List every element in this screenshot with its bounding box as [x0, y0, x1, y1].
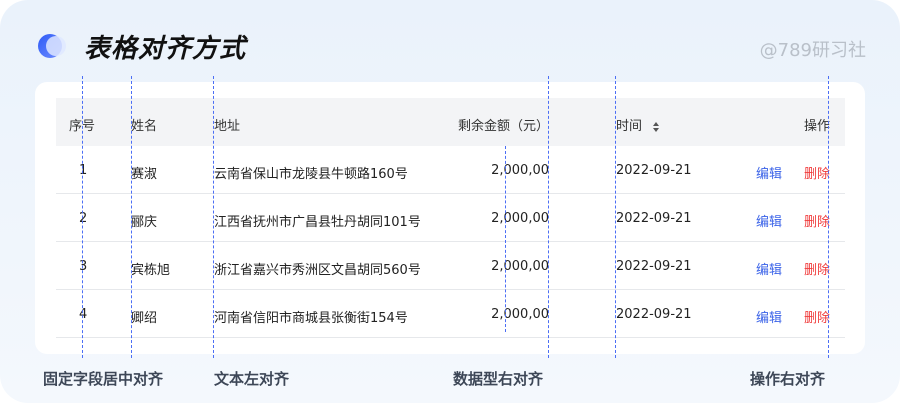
row-1-balance: 2,000,00: [491, 163, 549, 178]
row-3-time: 2022-09-21: [616, 259, 692, 274]
row-4-edit-link[interactable]: 编辑: [756, 307, 782, 326]
header-name: 姓名: [131, 119, 158, 134]
row-1-address: 云南省保山市龙陵县牛顿路160号: [214, 167, 408, 182]
row-4-balance: 2,000,00: [491, 307, 549, 322]
row-divider: [56, 337, 845, 338]
caption-fixed: 固定字段居中对齐: [43, 370, 164, 388]
logo-icon: [38, 34, 66, 58]
guide-index-center: [82, 76, 83, 358]
row-4-index: 4: [79, 307, 88, 322]
row-2-index: 2: [79, 211, 88, 226]
page-title: 表格对齐方式: [84, 34, 247, 64]
header-address: 地址: [214, 119, 241, 134]
header-time[interactable]: 时间: [616, 115, 660, 134]
row-divider: [56, 241, 845, 242]
row-2-name: 郦庆: [131, 215, 158, 230]
row-3-name: 宾栋旭: [131, 263, 171, 278]
header-actions: 操作: [803, 119, 830, 134]
row-3-delete-link[interactable]: 删除: [804, 259, 830, 278]
row-1-edit-link[interactable]: 编辑: [756, 163, 782, 182]
brand-watermark: @789研习社: [759, 40, 866, 61]
row-3-index: 3: [79, 259, 88, 274]
caption-text: 文本左对齐: [214, 370, 290, 388]
row-4-address: 河南省信阳市商城县张衡街154号: [214, 311, 408, 326]
row-3-address: 浙江省嘉兴市秀洲区文昌胡同560号: [214, 263, 421, 278]
guide-time-left: [615, 76, 616, 358]
row-2-delete-link[interactable]: 删除: [804, 211, 830, 230]
row-2-balance: 2,000,00: [491, 211, 549, 226]
row-4-time: 2022-09-21: [616, 307, 692, 322]
row-1-name: 赛淑: [131, 167, 158, 182]
row-1-delete-link[interactable]: 删除: [804, 163, 830, 182]
row-2-address: 江西省抚州市广昌县牡丹胡同101号: [214, 215, 421, 230]
row-3-edit-link[interactable]: 编辑: [756, 259, 782, 278]
row-1-time: 2022-09-21: [616, 163, 692, 178]
table-header: [56, 98, 845, 146]
row-3-balance: 2,000,00: [491, 259, 549, 274]
row-2-time: 2022-09-21: [616, 211, 692, 226]
row-divider: [56, 289, 845, 290]
guide-number-inner: [505, 146, 506, 332]
row-4-name: 卿绍: [131, 311, 158, 326]
guide-actions-right: [828, 76, 829, 358]
caption-numeric: 数据型右对齐: [453, 370, 544, 388]
header-time-label: 时间: [616, 119, 643, 134]
guide-balance-right: [548, 76, 549, 358]
row-1-index: 1: [79, 163, 88, 178]
header-balance: 剩余金额（元）: [457, 119, 549, 134]
caption-actions: 操作右对齐: [750, 370, 826, 388]
row-divider: [56, 193, 845, 194]
guide-address-left: [213, 76, 214, 358]
page-frame: 表格对齐方式 @789研习社 序号 姓名 地址 剩余金额（元） 时间 操作 1 …: [0, 0, 900, 403]
row-4-delete-link[interactable]: 删除: [804, 307, 830, 326]
sort-icon[interactable]: [652, 121, 660, 133]
row-2-edit-link[interactable]: 编辑: [756, 211, 782, 230]
guide-name-left: [131, 76, 132, 358]
